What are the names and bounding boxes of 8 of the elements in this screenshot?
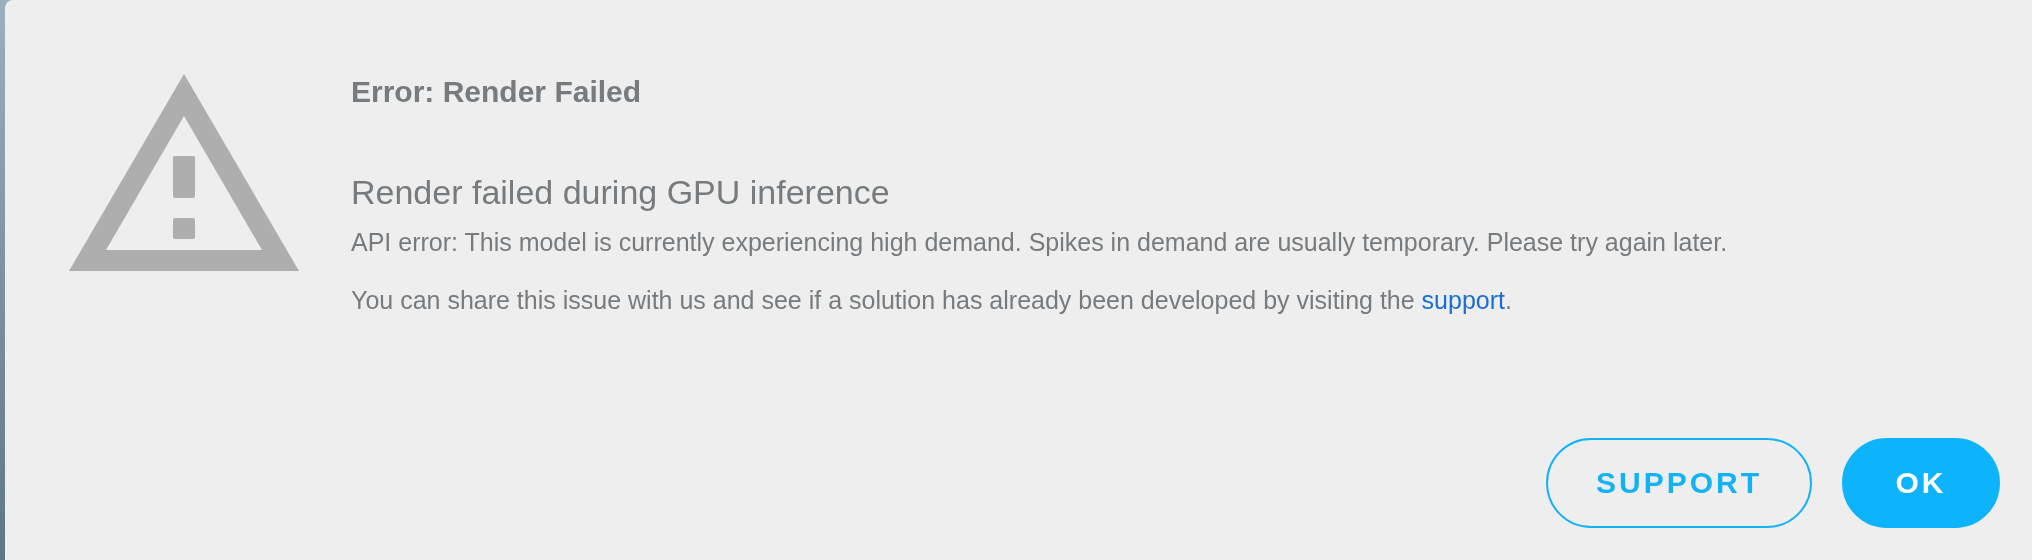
error-heading: Render failed during GPU inference — [351, 172, 891, 212]
help-text: You can share this issue with us and see if a solution has already been developed by visiting the support. — [351, 285, 1513, 316]
error-message: API error: This model is currently experiencing high demand. Spikes in demand are usually temporary. Please try again later. — [351, 227, 1729, 258]
support-button[interactable]: SUPPORT — [1546, 438, 1812, 528]
support-link[interactable]: support — [1421, 286, 1505, 314]
ok-button[interactable]: OK — [1842, 438, 2000, 528]
dialog-title: Error: Render Failed — [351, 74, 643, 110]
warning-icon — [69, 74, 299, 274]
